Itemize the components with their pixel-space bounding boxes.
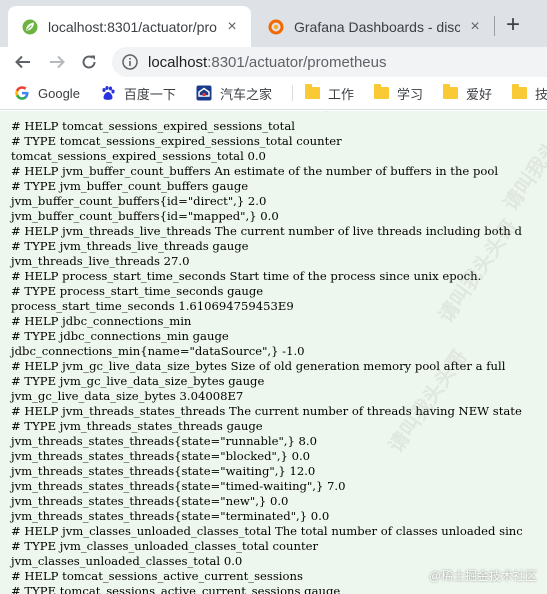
- metric-line: jvm_buffer_count_buffers{id="mapped",} 0…: [11, 209, 279, 223]
- metric-line: # HELP jvm_classes_unloaded_classes_tota…: [11, 524, 523, 538]
- metric-line: jvm_threads_live_threads 27.0: [11, 254, 190, 268]
- bookmarks-bar: Google 百度一下 汽车之家 工作 学习 爱好 技术: [0, 77, 547, 110]
- folder-icon: [373, 84, 389, 99]
- metric-line: # TYPE jvm_buffer_count_buffers gauge: [11, 179, 249, 193]
- tab-title: localhost:8301/actuator/prome: [48, 18, 217, 35]
- bookmark-label: 百度一下: [123, 86, 176, 102]
- tab-strip: localhost:8301/actuator/prome × Grafana …: [0, 0, 547, 47]
- spring-leaf-icon: [22, 19, 38, 34]
- prometheus-metrics-text: # HELP tomcat_sessions_expired_sessions_…: [0, 111, 547, 594]
- info-icon[interactable]: [122, 54, 138, 70]
- folder-icon: [442, 84, 458, 99]
- forward-button[interactable]: [44, 49, 70, 75]
- metric-line: jvm_threads_states_threads{state="timed-…: [11, 479, 346, 493]
- metric-line: jvm_threads_states_threads{state="blocke…: [11, 449, 311, 463]
- new-tab-button[interactable]: +: [500, 12, 526, 38]
- metric-line: # TYPE jdbc_connections_min gauge: [11, 329, 229, 343]
- metric-line: jvm_buffer_count_buffers{id="direct",} 2…: [11, 194, 267, 208]
- metric-line: # TYPE jvm_gc_live_data_size_bytes gauge: [11, 374, 265, 388]
- close-tab-icon[interactable]: ×: [223, 18, 241, 36]
- metric-line: # TYPE process_start_time_seconds gauge: [11, 284, 264, 298]
- arrow-left-icon: [15, 55, 30, 69]
- bookmark-label: 学习: [396, 86, 423, 102]
- metric-line: # TYPE jvm_threads_states_threads gauge: [11, 419, 263, 433]
- metric-line: jdbc_connections_min{name="dataSource",}…: [11, 344, 305, 358]
- metric-line: # TYPE tomcat_sessions_active_current_se…: [11, 584, 341, 594]
- folder-icon: [512, 84, 527, 99]
- tab-title: Grafana Dashboards - discover: [294, 18, 460, 35]
- metric-line: # HELP jvm_threads_live_threads The curr…: [11, 224, 522, 238]
- browser-toolbar: localhost:8301/actuator/prometheus: [0, 47, 547, 77]
- back-button[interactable]: [10, 49, 36, 75]
- metric-line: # HELP jvm_gc_live_data_size_bytes Size …: [11, 359, 506, 373]
- arrow-right-icon: [50, 55, 65, 69]
- source-credit: @稀土掘金技术社区: [428, 569, 537, 583]
- autohome-icon: [196, 85, 212, 101]
- bookmark-label: 汽车之家: [219, 86, 272, 102]
- bookmark-google[interactable]: Google: [14, 85, 80, 101]
- baidu-icon: [102, 86, 115, 100]
- bookmark-label: 工作: [327, 86, 354, 102]
- metric-line: jvm_threads_states_threads{state="waitin…: [11, 464, 316, 478]
- google-icon: [15, 86, 29, 100]
- tab-divider: [494, 16, 495, 36]
- metric-line: # HELP jvm_buffer_count_buffers An estim…: [11, 164, 499, 178]
- close-tab-icon[interactable]: ×: [466, 18, 484, 36]
- bookmark-label: 爱好: [465, 86, 492, 102]
- metric-line: # HELP jdbc_connections_min: [11, 314, 192, 328]
- bookmark-folder-tech[interactable]: 技术: [512, 84, 547, 103]
- metric-line: # HELP jvm_threads_states_threads The cu…: [11, 404, 522, 418]
- address-bar[interactable]: localhost:8301/actuator/prometheus: [112, 47, 547, 77]
- bookmark-baidu[interactable]: 百度一下: [100, 84, 176, 103]
- reload-icon: [82, 55, 96, 69]
- bookmark-folder-work[interactable]: 工作: [304, 84, 354, 103]
- url-host: localhost: [148, 53, 208, 71]
- url-path: :8301/actuator/prometheus: [207, 53, 387, 71]
- bookmark-label: Google: [38, 85, 80, 101]
- bookmark-folder-hobby[interactable]: 爱好: [442, 84, 492, 103]
- reload-button[interactable]: [76, 49, 102, 75]
- bookmark-label: 技术: [535, 86, 547, 102]
- metric-line: jvm_threads_states_threads{state="new",}…: [11, 494, 289, 508]
- bookmark-folder-study[interactable]: 学习: [373, 84, 423, 103]
- metric-line: jvm_gc_live_data_size_bytes 3.04008E7: [11, 389, 244, 403]
- metric-line: jvm_threads_states_threads{state="termin…: [11, 509, 330, 523]
- metric-line: # TYPE tomcat_sessions_expired_sessions_…: [11, 134, 342, 148]
- tab-grafana-dashboards[interactable]: Grafana Dashboards - discover ×: [254, 6, 494, 47]
- metric-line: # HELP tomcat_sessions_expired_sessions_…: [11, 119, 295, 133]
- folder-icon: [304, 84, 320, 99]
- metric-line: # TYPE jvm_classes_unloaded_classes_tota…: [11, 539, 319, 553]
- page-content: # HELP tomcat_sessions_expired_sessions_…: [0, 111, 547, 594]
- metric-line: tomcat_sessions_expired_sessions_total 0…: [11, 149, 266, 163]
- metric-line: process_start_time_seconds 1.61069475945…: [11, 299, 294, 313]
- bookmark-separator: [291, 85, 293, 101]
- metric-line: # TYPE jvm_threads_live_threads gauge: [11, 239, 249, 253]
- grafana-icon: [268, 19, 284, 34]
- bookmark-autohome[interactable]: 汽车之家: [196, 84, 272, 103]
- tab-actuator-prometheus[interactable]: localhost:8301/actuator/prome ×: [8, 6, 251, 47]
- metric-line: jvm_threads_states_threads{state="runnab…: [11, 434, 317, 448]
- metric-line: # HELP process_start_time_seconds Start …: [11, 269, 482, 283]
